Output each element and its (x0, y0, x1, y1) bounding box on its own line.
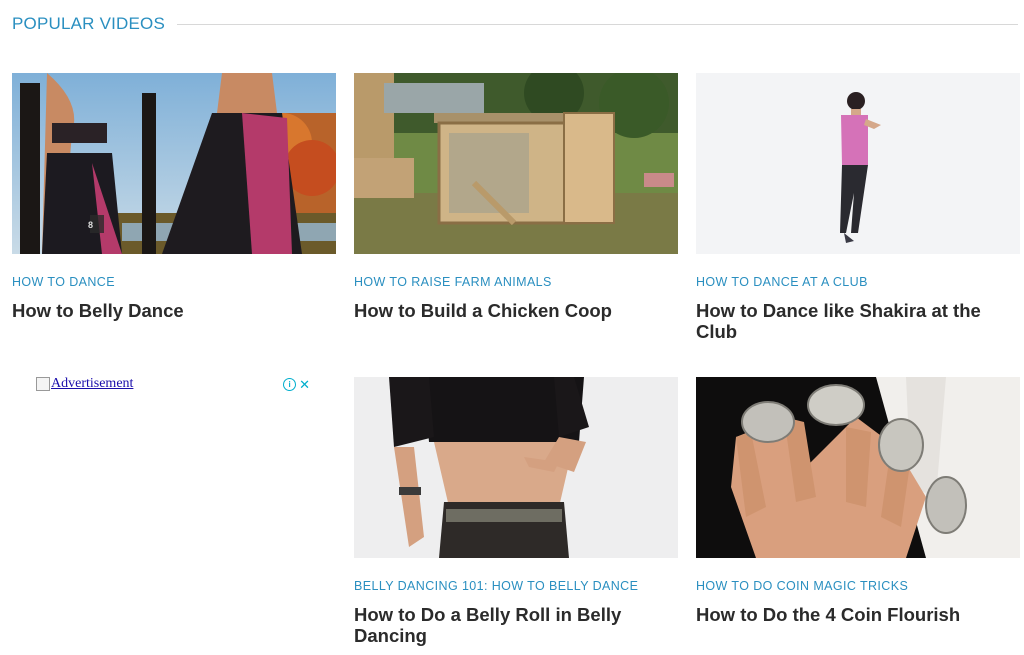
video-category-link[interactable]: BELLY DANCING 101: HOW TO BELLY DANCE (354, 579, 678, 593)
video-card: 8 HOW TO DANCE How to Belly Dance (12, 73, 336, 321)
belly-roll-thumbnail (354, 377, 678, 558)
section-title: POPULAR VIDEOS (12, 14, 166, 33)
video-title-link[interactable]: How to Do a Belly Roll in Belly Dancing (354, 604, 678, 646)
close-icon[interactable]: ✕ (299, 378, 310, 391)
section-header: POPULAR VIDEOS (12, 10, 1018, 38)
dancer-white-background-thumbnail (696, 73, 1020, 254)
thumbnail-badge: 8 (88, 220, 94, 230)
video-category-link[interactable]: HOW TO DO COIN MAGIC TRICKS (696, 579, 1020, 593)
video-card: HOW TO RAISE FARM ANIMALS How to Build a… (354, 73, 678, 321)
section-divider (177, 23, 1018, 25)
video-card: HOW TO DO COIN MAGIC TRICKS How to Do th… (696, 377, 1020, 625)
belly-dance-outdoor-thumbnail (12, 73, 336, 254)
chicken-coop-thumbnail (354, 73, 678, 254)
info-icon[interactable]: i (283, 378, 297, 391)
advertisement-alt-text: Advertisement (51, 376, 134, 391)
advertisement-link[interactable]: Advertisement (36, 376, 133, 392)
video-category-link[interactable]: HOW TO DANCE (12, 275, 336, 289)
video-thumbnail-belly-roll[interactable] (354, 377, 678, 558)
video-thumbnail-shakira[interactable] (696, 73, 1020, 254)
video-thumbnail-coin-flourish[interactable] (696, 377, 1020, 558)
video-title-link[interactable]: How to Dance like Shakira at the Club (696, 300, 1020, 342)
video-title-link[interactable]: How to Do the 4 Coin Flourish (696, 604, 1020, 625)
broken-image-icon (36, 377, 50, 391)
video-card: HOW TO DANCE AT A CLUB How to Dance like… (696, 73, 1020, 342)
video-category-link[interactable]: HOW TO RAISE FARM ANIMALS (354, 275, 678, 289)
video-thumbnail-chicken-coop[interactable] (354, 73, 678, 254)
video-category-link[interactable]: HOW TO DANCE AT A CLUB (696, 275, 1020, 289)
popular-videos-page: POPULAR VIDEOS 8 HOW TO DANCE How to Bel… (0, 0, 1024, 655)
video-title-link[interactable]: How to Build a Chicken Coop (354, 300, 678, 321)
advertisement-slot: Advertisement i ✕ (36, 376, 312, 606)
ad-choices: i ✕ (283, 378, 310, 391)
video-card: BELLY DANCING 101: HOW TO BELLY DANCE Ho… (354, 377, 678, 646)
video-thumbnail-belly-dance[interactable]: 8 (12, 73, 336, 254)
coin-flourish-thumbnail (696, 377, 1020, 558)
video-title-link[interactable]: How to Belly Dance (12, 300, 336, 321)
